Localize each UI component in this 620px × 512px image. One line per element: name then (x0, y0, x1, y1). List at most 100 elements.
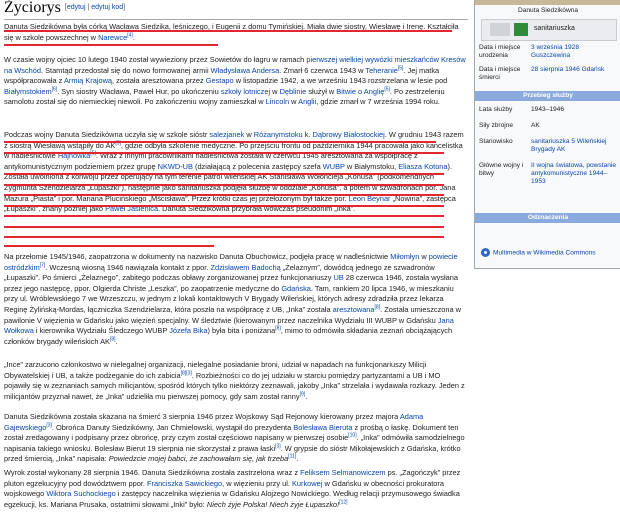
wiki-link[interactable]: Franciszka Sawickiego (147, 479, 222, 488)
highlight-underline (4, 215, 444, 217)
paragraph-text: Powiedzcie mojej babci, że zachowałam si… (108, 454, 289, 464)
wiki-link[interactable]: Bolesława Bieruta (293, 423, 352, 432)
commons-icon (481, 248, 490, 257)
paragraph-text: k. (302, 130, 313, 139)
paragraph-text: Podczas wojny Danuta Siedzikówna uczyła … (4, 130, 210, 139)
wiki-link[interactable]: Kurkowej (292, 479, 322, 488)
paragraph-text: (działającą z polecenia zastępcy szefa (192, 161, 323, 171)
wiki-link[interactable]: salezjanek (209, 130, 244, 139)
forces-value: AK (531, 122, 540, 129)
paragraph-text: , gdzie zmarł w 7 września 1994 roku. (316, 97, 440, 107)
reference-link[interactable]: [8][3] (181, 370, 192, 376)
highlight-underline (4, 152, 444, 154)
paragraph-text: w (244, 130, 254, 139)
paragraph-5: „Ince” zarzucono członkostwo w nielegaln… (4, 360, 466, 402)
paragraph-text: . (296, 454, 299, 464)
paragraph-1: Danuta Siedzikówna była córką Wacława Si… (4, 22, 466, 43)
paragraph-text: . Stamtąd przedostał się do nowo formowa… (40, 65, 211, 75)
edit-link[interactable]: edytuj (67, 4, 86, 11)
wiki-link[interactable]: Teheranie (365, 66, 397, 75)
commons-link[interactable]: Multimedia w Wikimedia Commons (493, 249, 596, 256)
wiki-link[interactable]: Narewce (98, 33, 127, 42)
paragraph-4: Na przełomie 1945/1946, zaopatrzona w do… (4, 252, 466, 347)
wiki-link[interactable]: Miłomłyn (390, 252, 419, 261)
wars-value[interactable]: II wojna światowa, powstanie antykomunis… (531, 162, 617, 187)
paragraph-text: . Zmarł 6 czerwca 1943 w (279, 65, 366, 75)
paragraph-text: w (419, 252, 429, 261)
highlight-underline (4, 184, 444, 186)
edit-links: [edytuj | edytuj kod] (64, 4, 126, 12)
paragraph-text: W czasie wojny ojciec 10 lutego 1940 zos… (4, 55, 307, 64)
highlight-underline (4, 236, 444, 238)
paragraph-text: . Syn siostry Wacława, Paweł Hur, po uko… (57, 86, 221, 96)
wiki-link[interactable]: Feliksem Selmanowiczem (300, 468, 385, 477)
paragraph-text: w Białymstoku, (344, 161, 399, 171)
infobox-image-area: sanitariuszka (481, 19, 617, 41)
wiki-link[interactable]: Dęblinie (280, 87, 307, 96)
section-heading: Życiorys [edytuj | edytuj kod] (4, 0, 125, 17)
paragraph-text: . (115, 336, 118, 346)
highlight-underline (4, 30, 452, 32)
wiki-link[interactable]: Armią Krajową (64, 76, 112, 85)
wiki-link[interactable]: Gdańska (281, 284, 311, 293)
wiki-link[interactable]: Gestapo (206, 76, 234, 85)
highlight-underline (4, 44, 218, 46)
heading-divider (4, 19, 468, 20)
flag-icon (514, 23, 528, 36)
reference-link[interactable]: [12] (339, 499, 347, 505)
highlight-underline (4, 226, 444, 228)
wiki-link[interactable]: Wiktora Suchockiego (46, 489, 115, 498)
born-label: Data i miejsce urodzenia (479, 44, 521, 60)
wiki-link[interactable]: Białymstokiem (4, 87, 52, 96)
position-label: Stanowisko (479, 138, 513, 145)
wiki-link[interactable]: Bitwie o Anglię (336, 87, 384, 96)
section-title: Życiorys (4, 0, 61, 16)
paragraph-text: . (305, 391, 308, 401)
years-value: 1943–1946 (531, 106, 565, 113)
wiki-link[interactable]: Zdzisławem Badochą (210, 263, 280, 272)
wiki-link[interactable]: WUBP (323, 162, 345, 171)
highlight-underline (4, 141, 436, 143)
wiki-link[interactable]: Lincoln (266, 97, 289, 106)
paragraph-7: Wyrok został wykonany 28 sierpnia 1946. … (4, 468, 466, 510)
paragraph-text: . Wczesną wiosną 1946 nawiązała kontakt … (45, 262, 211, 272)
reference-link[interactable]: [10] (348, 433, 356, 439)
paragraph-text: . (132, 32, 135, 42)
paragraph-text: i kierownika Wydziału Śledczego WUBP (33, 326, 170, 336)
born-value[interactable]: 3 września 1928 Guszczewina (531, 44, 617, 60)
died-value[interactable]: 28 sierpnia 1946 Gdańsk (531, 66, 617, 74)
awards-header: Odznaczenia (475, 213, 620, 223)
edit-code-link[interactable]: edytuj kod (91, 4, 123, 11)
infobox-caption: Danuta Siedzikówna (517, 7, 579, 14)
paragraph-text: , została aresztowana przez (112, 76, 206, 86)
highlight-underline (4, 194, 444, 196)
wiki-link[interactable]: Władysława Andersa (211, 66, 280, 75)
wiki-link[interactable]: NKWD-UB (158, 162, 193, 171)
wiki-link[interactable]: Różanymstoku (254, 130, 303, 139)
wiki-link[interactable]: aresztowana (333, 305, 375, 314)
died-label: Data i miejsce śmierci (479, 66, 521, 82)
wiki-link[interactable]: Dąbrowy Białostockiej (313, 130, 385, 139)
paragraph-text: . Obrońca Danuty Siedzikówny, Jan Chmiel… (51, 422, 294, 432)
wiki-link[interactable]: szkoły lotniczej (221, 87, 270, 96)
wiki-link[interactable]: Anglii (298, 97, 316, 106)
commons-link-row[interactable]: Multimedia w Wikimedia Commons (481, 248, 617, 257)
paragraph-text: w (270, 86, 280, 96)
highlight-underline (4, 173, 444, 175)
paragraph-6: Danuta Siedzikówna została skazana na śm… (4, 412, 466, 465)
paragraph-text: Wyrok został wykonany 28 sierpnia 1946. … (4, 468, 301, 477)
paragraph-text: służył w (306, 86, 337, 96)
paragraph-text: , w więzieniu przy ul. (222, 478, 292, 488)
wiki-link[interactable]: Józefa Bika (169, 326, 207, 335)
highlight-underline (4, 245, 214, 247)
paragraph-text: Niech żyje Polska! Niech żyje Łupaszko! (206, 499, 340, 509)
infobox: Danuta Siedzikówna sanitariuszka Data i … (474, 0, 620, 269)
paragraph-text: w listopadzie 1942, a we wrześniu 1943 r… (233, 76, 448, 86)
forces-label: Siły zbrojne (479, 122, 514, 129)
highlight-underline (4, 205, 444, 207)
infobox-photo[interactable] (475, 0, 620, 5)
wiki-link[interactable]: Eliasza Kotona (398, 162, 447, 171)
years-label: Lata służby (479, 106, 513, 113)
wiki-link[interactable]: UB (333, 273, 343, 282)
position-value[interactable]: sanitariuszka 5 Wileńskiej Brygady AK (531, 138, 617, 154)
